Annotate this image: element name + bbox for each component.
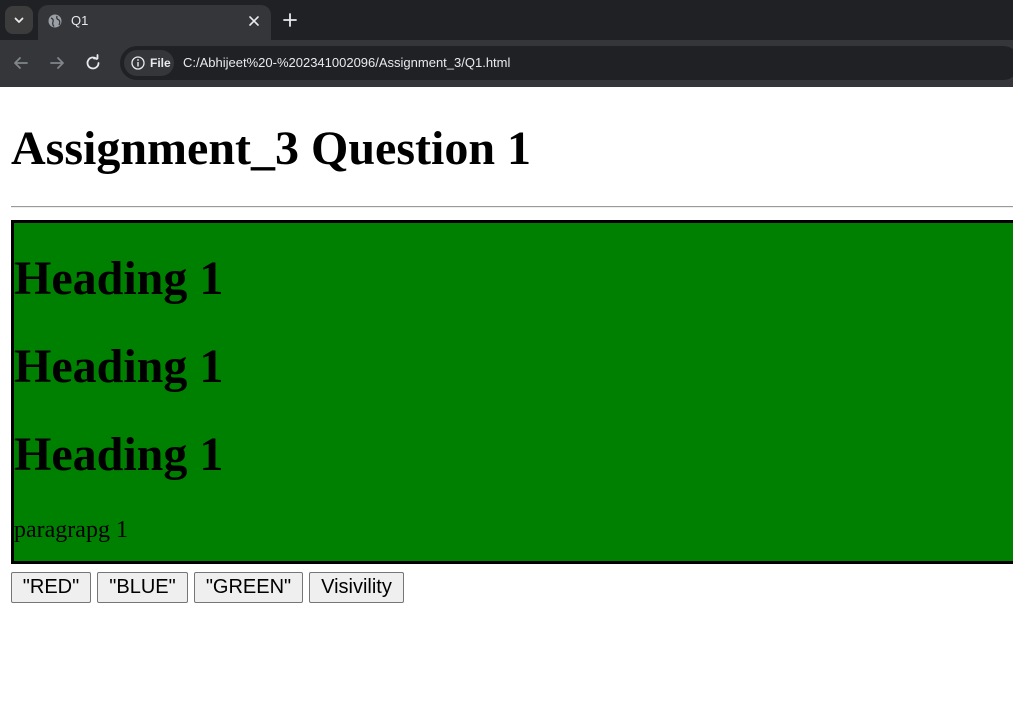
browser-toolbar: File C:/Abhijeet%20-%202341002096/Assign… — [0, 40, 1013, 87]
green-content-box: Heading 1 Heading 1 Heading 1 paragrapg … — [11, 220, 1013, 564]
chip-label: File — [150, 56, 171, 70]
chevron-down-icon — [14, 17, 24, 23]
green-button[interactable]: "GREEN" — [194, 572, 303, 603]
tab-strip: Q1 — [0, 0, 1013, 40]
heading-1: Heading 1 — [14, 252, 224, 305]
url-text[interactable]: C:/Abhijeet%20-%202341002096/Assignment_… — [183, 55, 510, 70]
forward-arrow-icon[interactable] — [47, 53, 67, 73]
horizontal-rule — [11, 206, 1013, 208]
browser-tab[interactable]: Q1 — [38, 5, 271, 40]
reload-icon[interactable] — [83, 53, 103, 73]
tab-title: Q1 — [71, 13, 89, 28]
page-content: Assignment_3 Question 1 Heading 1 Headin… — [0, 87, 1013, 707]
page-title: Assignment_3 Question 1 — [11, 122, 532, 175]
info-icon — [131, 56, 145, 70]
plus-icon[interactable] — [280, 10, 300, 30]
red-button[interactable]: "RED" — [11, 572, 91, 603]
visibility-button[interactable]: Visivility — [309, 572, 404, 603]
globe-icon — [48, 14, 62, 28]
address-bar[interactable]: File C:/Abhijeet%20-%202341002096/Assign… — [120, 46, 1013, 80]
heading-2: Heading 1 — [14, 340, 224, 393]
heading-3: Heading 1 — [14, 428, 224, 481]
tab-search-button[interactable] — [5, 6, 33, 34]
paragraph: paragrapg 1 — [14, 517, 128, 543]
blue-button[interactable]: "BLUE" — [97, 572, 188, 603]
close-icon[interactable] — [247, 14, 261, 28]
back-arrow-icon[interactable] — [11, 53, 31, 73]
site-info-chip[interactable]: File — [124, 50, 174, 76]
